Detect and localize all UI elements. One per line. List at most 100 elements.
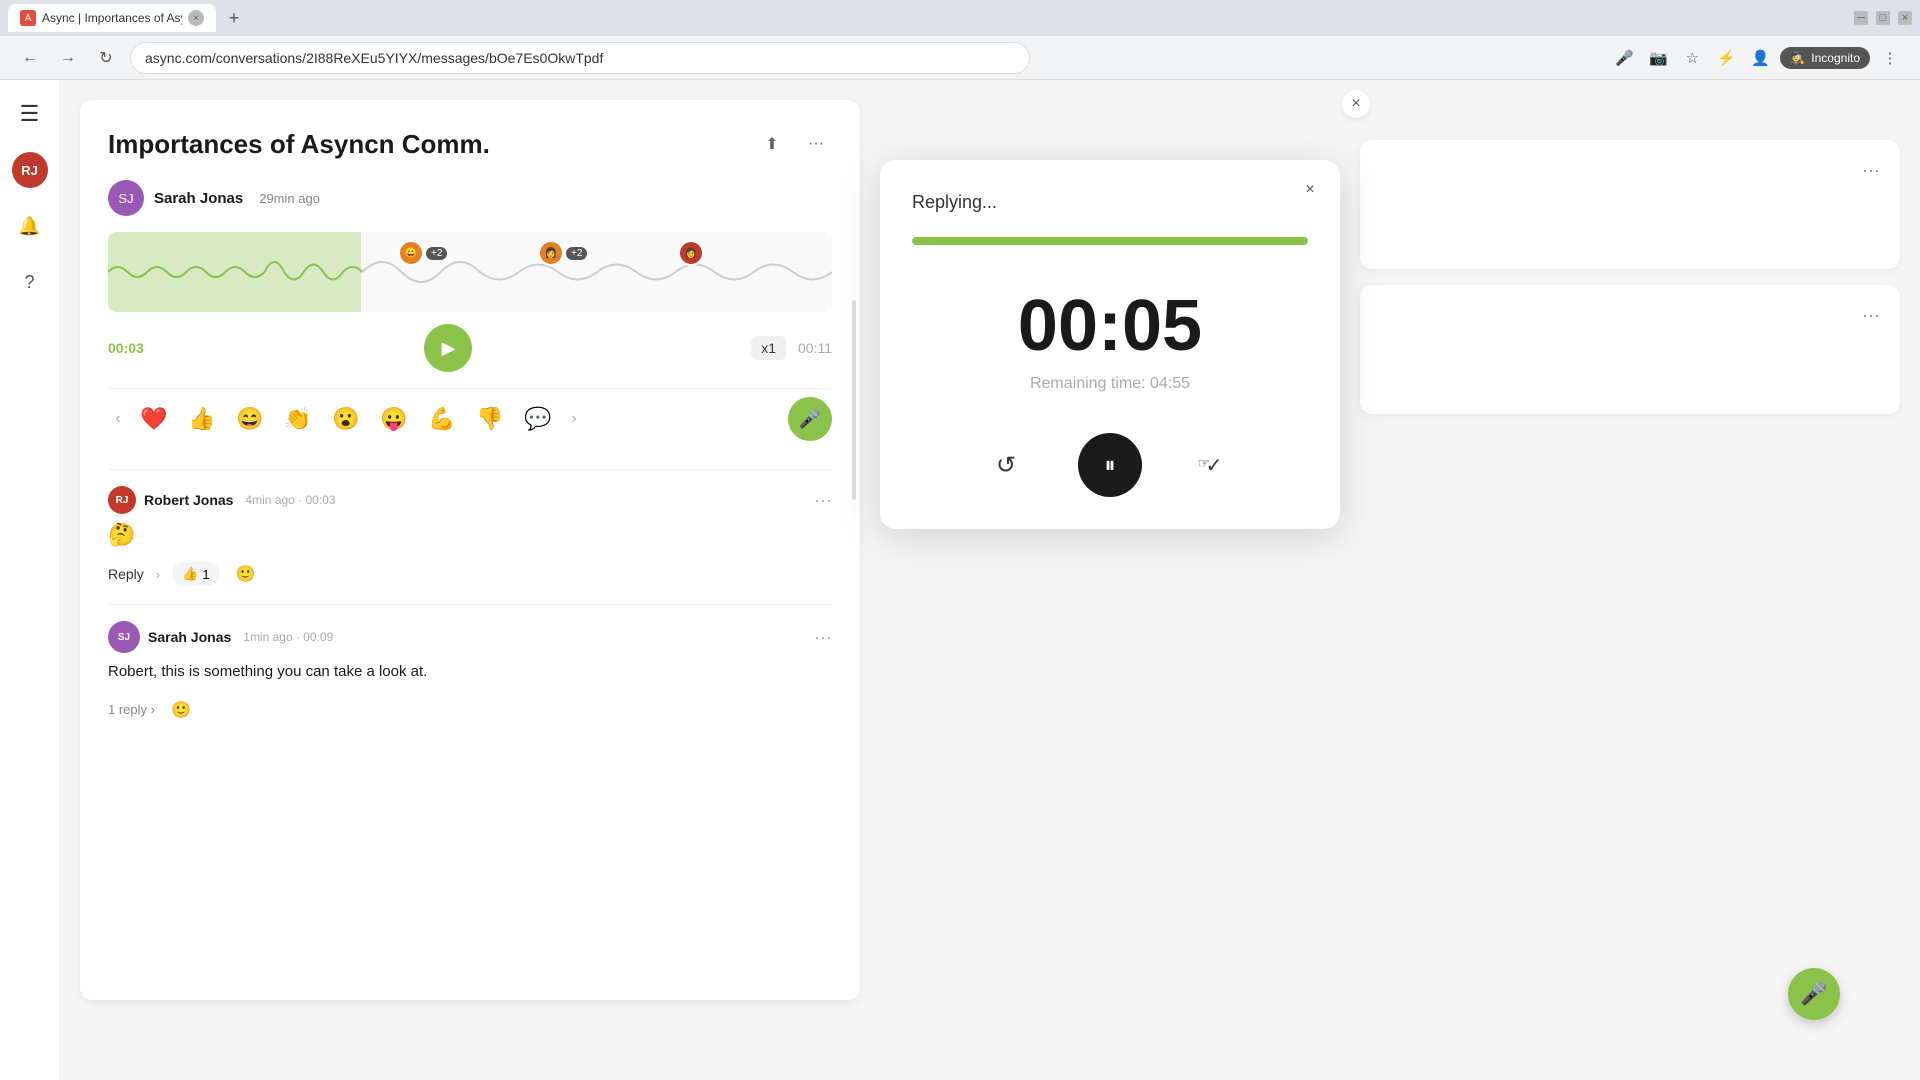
emoji-tongue[interactable]: 😛 [372,397,416,441]
app-sidebar: ☰ RJ 🔔 ? [0,80,60,1080]
comment-actions-sarah: 1 reply › 🙂 [108,696,832,724]
emoji-bubble[interactable]: 💬 [516,397,560,441]
modal-controls: ↺ ⏸ ☞ ✓ [912,433,1308,497]
extensions-icon[interactable]: ⚡ [1712,44,1740,72]
sidebar-bell-icon[interactable]: 🔔 [12,208,48,244]
comment-time-sarah: 1min ago · 00:09 [243,630,333,644]
back-button[interactable]: ← [16,44,44,72]
reply-arrow: › [156,567,160,582]
waveform-container[interactable]: 😀 +2 👩 +2 👩 [108,232,832,312]
right-card-top: ··· [1360,140,1900,269]
page-content: ☰ RJ 🔔 ? Importances of Asyncn Comm. ⬆ ·… [0,80,1920,1080]
more-options-button[interactable]: ··· [800,128,832,160]
speed-badge[interactable]: x1 [751,336,786,360]
play-button[interactable]: ▶ [424,324,472,372]
emoji-thumbsdown[interactable]: 👎 [468,397,512,441]
emoji-heart[interactable]: ❤️ [132,397,176,441]
modal-progress-bar [912,237,1308,245]
reply-button-robert[interactable]: Reply [108,566,144,582]
emoji-reaction-row: ‹ ❤️ 👍 😄 👏 😮 😛 💪 👎 💬 › 🎤 [108,388,832,449]
waveform-progress [108,232,361,312]
confirm-button[interactable]: ☞ ✓ [1190,441,1238,489]
add-reaction-robert[interactable]: 🙂 [232,560,260,588]
scroll-indicator [852,300,856,500]
comment-header-sarah: SJ Sarah Jonas 1min ago · 00:09 ··· [108,621,832,653]
reply-count-sarah[interactable]: 1 reply › [108,702,155,717]
rewind-button[interactable]: ↺ [982,441,1030,489]
incognito-badge: 🕵 Incognito [1780,47,1870,69]
emoji-thumbsup[interactable]: 👍 [180,397,224,441]
right-card-content-bottom [1380,334,1880,394]
reload-button[interactable]: ↻ [92,44,120,72]
maximize-button[interactable]: □ [1876,11,1890,25]
listener-avatar-1: 😀 [398,240,424,266]
menu-icon[interactable]: ⋮ [1876,44,1904,72]
toolbar-icons: 🎤 📷 ☆ ⚡ 👤 🕵 Incognito ⋮ [1610,44,1904,72]
star-icon[interactable]: ☆ [1678,44,1706,72]
author-row: SJ Sarah Jonas 29min ago [108,180,832,216]
like-badge-robert[interactable]: 👍 1 [172,562,219,586]
url-text: async.com/conversations/2I88ReXEu5YIYX/m… [145,50,603,66]
browser-toolbar: ← → ↻ async.com/conversations/2I88ReXEu5… [0,36,1920,80]
right-card-more-top[interactable]: ··· [1380,160,1880,181]
modal-area: × × Replying... 00:05 Remaining time: 04… [880,100,1340,1060]
modal-close-button[interactable]: × [1296,176,1324,204]
listener-badge-2: +2 [566,247,587,260]
listener-group-3: 👩 [678,240,704,266]
modal-remaining: Remaining time: 04:55 [912,375,1308,393]
emoji-clap[interactable]: 👏 [276,397,320,441]
right-card-more-bottom[interactable]: ··· [1380,305,1880,326]
floating-mic-button[interactable]: 🎤 [1788,968,1840,1020]
emoji-scroll-left[interactable]: ‹ [108,409,128,429]
modal-progress-fill [912,237,1308,245]
forward-button[interactable]: → [54,44,82,72]
sidebar-help-icon[interactable]: ? [12,264,48,300]
comment-author-robert: Robert Jonas [144,492,233,508]
like-count-robert: 1 [202,567,209,582]
pause-button[interactable]: ⏸ [1078,433,1142,497]
conversation-panel: Importances of Asyncn Comm. ⬆ ··· SJ Sar… [80,100,860,1000]
window-controls: ─ □ × [1854,11,1912,25]
recording-modal: × Replying... 00:05 Remaining time: 04:5… [880,160,1340,529]
sidebar-menu-icon[interactable]: ☰ [12,96,48,132]
sidebar-avatar[interactable]: RJ [12,152,48,188]
address-bar[interactable]: async.com/conversations/2I88ReXEu5YIYX/m… [130,42,1030,74]
tab-close-button[interactable]: × [188,10,204,26]
comment-more-sarah[interactable]: ··· [814,627,832,648]
share-button[interactable]: ⬆ [756,128,788,160]
record-reaction-button[interactable]: 🎤 [788,397,832,441]
emoji-flex[interactable]: 💪 [420,397,464,441]
tab-favicon: A [20,10,36,26]
listener-group-2: 👩 +2 [538,240,587,266]
comment-sarah: SJ Sarah Jonas 1min ago · 00:09 ··· Robe… [108,604,832,740]
comment-more-robert[interactable]: ··· [814,490,832,511]
minimize-button[interactable]: ─ [1854,11,1868,25]
emoji-scroll-right[interactable]: › [564,409,584,429]
tab-title: Async | Importances of Async [42,11,182,25]
conversation-title: Importances of Asyncn Comm. [108,129,756,160]
microphone-icon[interactable]: 🎤 [1610,44,1638,72]
author-time: 29min ago [259,191,320,206]
author-name: Sarah Jonas [154,190,243,207]
new-tab-button[interactable]: + [220,4,248,32]
emoji-wow[interactable]: 😮 [324,397,368,441]
active-tab[interactable]: A Async | Importances of Async × [8,4,216,32]
comment-section: RJ Robert Jonas 4min ago · 00:03 ··· 🤔 R… [108,469,832,740]
total-time: 00:11 [798,340,832,356]
camera-icon[interactable]: 📷 [1644,44,1672,72]
profile-icon[interactable]: 👤 [1746,44,1774,72]
add-reaction-sarah[interactable]: 🙂 [167,696,195,724]
modal-timer: 00:05 [912,285,1308,367]
header-actions: ⬆ ··· [756,128,832,160]
emoji-laugh[interactable]: 😄 [228,397,272,441]
comment-actions-robert: Reply › 👍 1 🙂 [108,560,832,588]
author-avatar: SJ [108,180,144,216]
conversation-header: Importances of Asyncn Comm. ⬆ ··· [108,128,832,160]
right-panel: ··· ··· [1360,100,1900,1060]
outer-close-button[interactable]: × [1342,90,1370,118]
comment-author-sarah: Sarah Jonas [148,629,231,645]
browser-titlebar: A Async | Importances of Async × + ─ □ × [0,0,1920,36]
close-button[interactable]: × [1898,11,1912,25]
comment-time-robert: 4min ago · 00:03 [245,493,335,507]
comment-header-robert: RJ Robert Jonas 4min ago · 00:03 ··· [108,486,832,514]
